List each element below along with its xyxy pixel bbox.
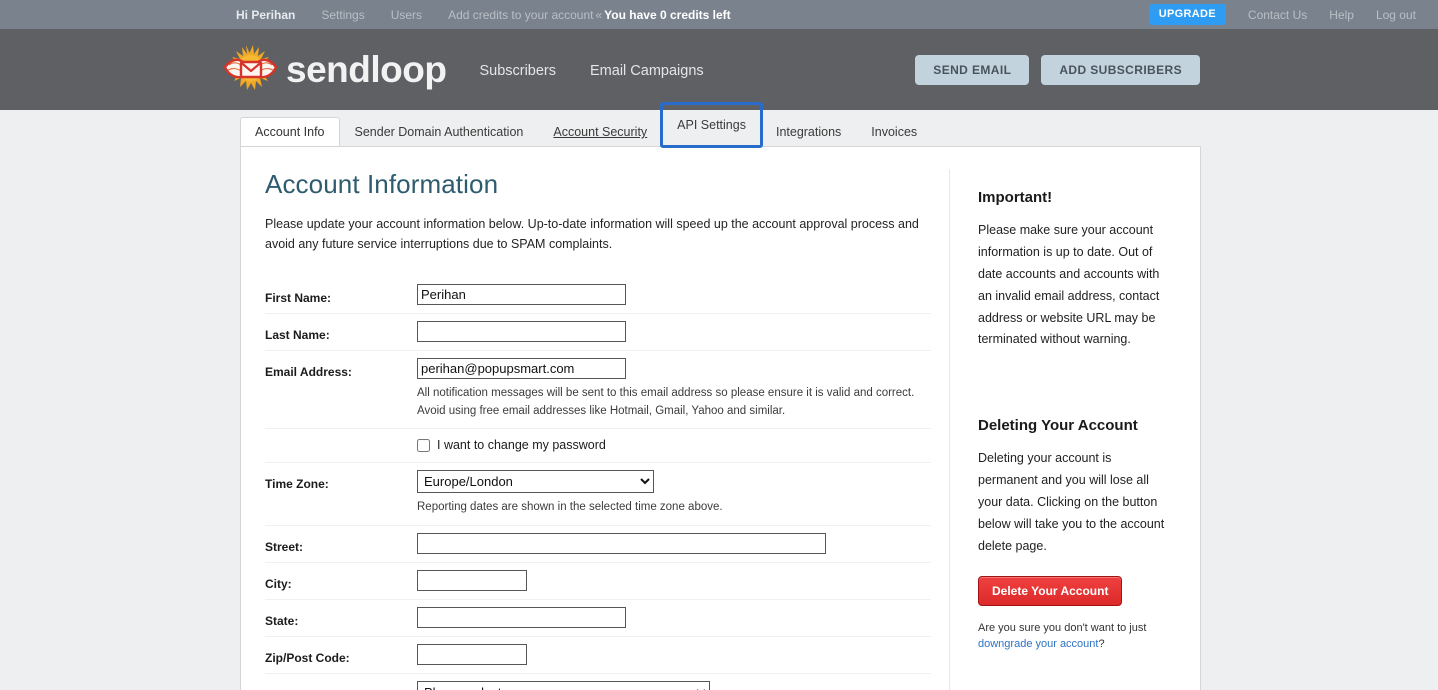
form-row-street: Street: [265,526,931,563]
users-link[interactable]: Users [391,8,422,22]
city-input[interactable] [417,569,527,591]
state-control [417,606,931,628]
credits-prefix: Add credits to your account [448,7,594,22]
city-label: City: [265,576,292,591]
change-password-control: I want to change my password [417,436,931,452]
form-row-city: City: [265,563,931,600]
state-input[interactable] [417,606,626,628]
form-row-first-name: First Name: [265,277,931,314]
email-input[interactable] [417,357,626,379]
page-intro-text: Please update your account information b… [265,217,919,252]
zip-control [417,643,931,665]
upgrade-button[interactable]: UPGRADE [1148,4,1226,25]
last-name-control [417,320,931,342]
delete-account-button[interactable]: Delete Your Account [978,575,1123,606]
change-password-label[interactable]: I want to change my password [437,438,606,452]
account-sidebar-column: Important! Please make sure your account… [949,169,1195,690]
form-row-state: State: [265,600,931,637]
form-row-last-name: Last Name: [265,314,931,351]
page-title: Account Information [265,169,499,199]
credits-separator: « [595,7,603,22]
email-hint: All notification messages will be sent t… [417,386,915,417]
settings-link[interactable]: Settings [321,8,364,22]
timezone-control: Europe/London Reporting dates are shown … [417,470,931,516]
email-label: Email Address: [265,364,352,379]
state-label: State: [265,613,299,628]
account-tabs: Account Info Sender Domain Authenticatio… [240,102,1201,148]
first-name-control [417,283,931,305]
first-name-label: First Name: [265,290,332,305]
street-control [417,532,931,554]
country-select[interactable]: Please select [417,680,710,690]
downgrade-account-link[interactable]: downgrade your account [978,638,1098,650]
important-body: Please make sure your account informatio… [978,223,1160,347]
first-name-input[interactable] [417,283,626,305]
brand-wordmark: sendloop [286,49,447,90]
main-nav: Subscribers Email Campaigns [479,61,703,79]
timezone-select[interactable]: Europe/London [417,470,654,494]
user-greeting: Hi Perihan [236,7,296,22]
form-row-change-password: I want to change my password [265,429,931,464]
tab-sender-domain-authentication[interactable]: Sender Domain Authentication [340,117,539,147]
account-info-panel: Account Information Please update your a… [240,146,1201,690]
zip-label: Zip/Post Code: [265,650,350,665]
tab-integrations[interactable]: Integrations [761,117,856,147]
brand-home-link[interactable]: sendloop [220,43,447,97]
downgrade-suffix: ? [1098,638,1105,651]
logout-link[interactable]: Log out [1376,8,1416,22]
page-body: Account Info Sender Domain Authenticatio… [0,102,1438,690]
delete-account-heading: Deleting Your Account [978,417,1138,435]
form-row-country: Country: Please select [265,674,931,690]
contact-us-link[interactable]: Contact Us [1248,8,1307,22]
street-input[interactable] [417,532,826,554]
city-control [417,569,931,591]
credits-remaining: You have 0 credits left [604,7,731,22]
zip-input[interactable] [417,643,527,665]
country-label: Country: [265,681,417,690]
country-control: Please select [417,680,931,690]
change-password-checkbox[interactable] [417,438,430,452]
change-password-spacer [265,436,417,443]
header-actions: SEND EMAIL ADD SUBSCRIBERS [915,54,1200,85]
important-heading: Important! [978,189,1053,206]
site-header: sendloop Subscribers Email Campaigns SEN… [0,29,1438,110]
tab-account-info[interactable]: Account Info [240,117,340,147]
form-row-email: Email Address: All notification messages… [265,351,931,430]
downgrade-notice: Are you sure you don't want to just down… [978,620,1169,653]
add-subscribers-button[interactable]: ADD SUBSCRIBERS [1041,54,1200,85]
timezone-hint: Reporting dates are shown in the selecte… [417,501,723,514]
top-utility-bar-right: UPGRADE Contact Us Help Log out [1148,0,1416,29]
account-form-column: Account Information Please update your a… [241,169,931,690]
street-label: Street: [265,539,304,554]
form-row-zip: Zip/Post Code: [265,637,931,674]
nav-item-subscribers[interactable]: Subscribers [479,63,556,79]
credits-notice[interactable]: Add credits to your account «You have 0 c… [448,8,731,22]
last-name-input[interactable] [417,320,626,342]
winged-envelope-logo-icon [220,43,282,97]
timezone-label: Time Zone: [265,477,329,492]
delete-account-body: Deleting your account is permanent and y… [978,451,1165,553]
nav-item-email-campaigns[interactable]: Email Campaigns [590,63,704,79]
top-utility-bar-left: Hi Perihan Settings Users Add credits to… [236,8,731,22]
tab-api-settings[interactable]: API Settings [660,102,763,148]
form-row-timezone: Time Zone: Europe/London Reporting dates… [265,463,931,526]
email-control: All notification messages will be sent t… [417,357,931,421]
tab-account-security[interactable]: Account Security [538,117,662,147]
send-email-button[interactable]: SEND EMAIL [915,54,1030,85]
help-link[interactable]: Help [1329,8,1354,22]
tab-invoices[interactable]: Invoices [856,117,932,147]
last-name-label: Last Name: [265,327,330,342]
downgrade-prefix: Are you sure you don't want to just [978,621,1147,634]
top-utility-bar: Hi Perihan Settings Users Add credits to… [0,0,1438,29]
